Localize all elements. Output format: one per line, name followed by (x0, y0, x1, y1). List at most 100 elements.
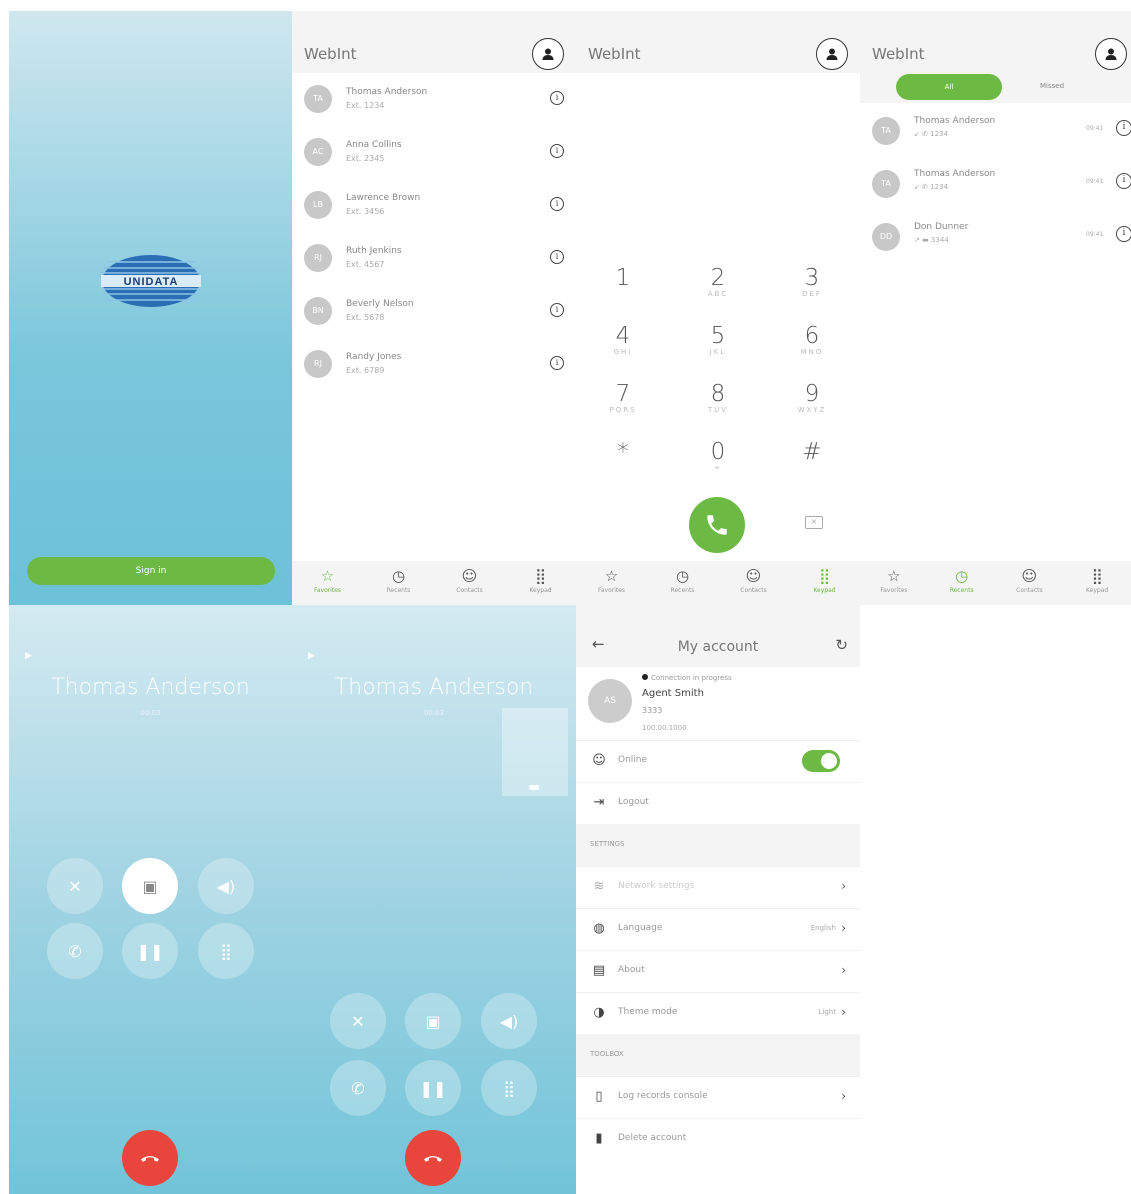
contact-avatar: LB (304, 191, 332, 219)
nav-contacts[interactable]: ☺ Contacts (996, 561, 1064, 605)
contact-icon: ☺ (461, 567, 478, 585)
contact-row[interactable]: LB Lawrence Brown Ext. 3456 i (292, 181, 576, 233)
row-label: Log records console (618, 1091, 708, 1101)
chevron-right-icon: › (841, 921, 846, 935)
key-9[interactable]: 9 WXYZ (782, 382, 842, 414)
info-icon[interactable]: i (550, 303, 564, 317)
bottom-nav: ☆ Favorites ◷ Recents ☺ Contacts ⣿ Keypad (860, 561, 1131, 605)
delete-account-row[interactable]: ▮ Delete account (576, 1118, 860, 1160)
video-button[interactable]: ▣ (122, 858, 178, 914)
video-off-icon: ▣ (142, 876, 158, 896)
clock-icon: ◷ (675, 567, 690, 585)
backspace-icon[interactable]: × (805, 516, 823, 529)
star-icon: ☆ (320, 567, 335, 585)
hold-button[interactable]: ❚❚ (122, 923, 178, 979)
nav-favorites[interactable]: ☆ Favorites (292, 561, 363, 605)
nav-recents[interactable]: ◷ Recents (928, 561, 996, 605)
hold-button[interactable]: ❚❚ (405, 1060, 461, 1116)
nav-recents[interactable]: ◷ Recents (363, 561, 434, 605)
key-3[interactable]: 3 DEF (782, 266, 842, 298)
speaker-button[interactable]: ◀) (481, 993, 537, 1049)
key-8[interactable]: 8 TUV (688, 382, 748, 414)
app-title: WebInt (588, 45, 641, 63)
account-button[interactable] (1095, 38, 1127, 70)
recents-tabs: All Missed (860, 73, 1131, 103)
tab-all[interactable]: All (896, 74, 1002, 100)
nav-favorites[interactable]: ☆ Favorites (860, 561, 928, 605)
dialpad-button[interactable]: ⣿ (481, 1060, 537, 1116)
keypad-icon: ⣿ (819, 567, 830, 585)
briefcase-icon: ▤ (592, 963, 606, 978)
key-7[interactable]: 7 PQRS (593, 382, 653, 414)
sign-in-button[interactable]: Sign in (27, 557, 275, 585)
key-digit: 6 (804, 323, 820, 349)
nav-contacts[interactable]: ☺ Contacts (718, 561, 789, 605)
recent-row[interactable]: TA Thomas Anderson ↙ ✆ 1234 09:41 i (860, 160, 1131, 214)
language-row[interactable]: ◍ Language English › (576, 908, 860, 950)
speaker-button[interactable]: ◀) (198, 858, 254, 914)
transfer-button[interactable]: ✆ (330, 1060, 386, 1116)
hangup-button[interactable] (122, 1130, 178, 1186)
recent-row[interactable]: TA Thomas Anderson ↙ ✆ 1234 09:41 i (860, 107, 1131, 161)
bottom-nav: ☆ Favorites ◷ Recents ☺ Contacts ⣿ Keypad (576, 561, 860, 605)
info-icon[interactable]: i (550, 144, 564, 158)
mute-button[interactable]: ✕ (47, 858, 103, 914)
video-button[interactable]: ▣ (405, 993, 461, 1049)
recent-row[interactable]: DD Don Dunner ↗ ▬ 3344 09:41 i (860, 213, 1131, 267)
refresh-icon[interactable]: ↻ (835, 636, 848, 654)
about-row[interactable]: ▤ About › (576, 950, 860, 992)
transfer-button[interactable]: ✆ (47, 923, 103, 979)
info-icon[interactable]: i (550, 250, 564, 264)
info-icon[interactable]: i (1116, 226, 1131, 242)
key-5[interactable]: 5 JKL (688, 324, 748, 356)
info-icon[interactable]: i (550, 356, 564, 370)
key-letters: GHI (613, 348, 633, 356)
key-1[interactable]: 1 (593, 266, 653, 290)
network-settings-row[interactable]: ≋ Network settings › (576, 866, 860, 908)
minimize-icon[interactable]: ▶ (308, 651, 315, 661)
info-icon[interactable]: i (1116, 120, 1131, 136)
mute-button[interactable]: ✕ (330, 993, 386, 1049)
agent-name: Agent Smith (642, 688, 704, 699)
contact-row[interactable]: RJ Randy Jones Ext. 6789 i (292, 340, 576, 392)
key-0[interactable]: 0 + (688, 440, 748, 472)
camera-switch-icon[interactable] (529, 785, 539, 790)
self-video-preview[interactable] (502, 708, 568, 796)
key-digit: # (802, 439, 822, 465)
key-6[interactable]: 6 MNO (782, 324, 842, 356)
key-hash[interactable]: # (782, 440, 842, 464)
key-4[interactable]: 4 GHI (593, 324, 653, 356)
dialpad-button[interactable]: ⣿ (198, 923, 254, 979)
key-2[interactable]: 2 ABC (688, 266, 748, 298)
row-label: Language (618, 923, 663, 933)
nav-label: Recents (670, 587, 695, 594)
nav-contacts[interactable]: ☺ Contacts (434, 561, 505, 605)
pause-icon: ❚❚ (136, 941, 164, 961)
tab-missed[interactable]: Missed (1040, 82, 1064, 90)
online-row[interactable]: ☺ Online (576, 740, 860, 782)
contact-row[interactable]: BN Beverly Nelson Ext. 5678 i (292, 287, 576, 339)
nav-keypad[interactable]: ⣿ Keypad (1063, 561, 1131, 605)
theme-row[interactable]: ◑ Theme mode Light › (576, 992, 860, 1034)
nav-favorites[interactable]: ☆ Favorites (576, 561, 647, 605)
info-icon[interactable]: i (550, 91, 564, 105)
nav-keypad[interactable]: ⣿ Keypad (505, 561, 576, 605)
contact-row[interactable]: RJ Ruth Jenkins Ext. 4567 i (292, 234, 576, 286)
account-button[interactable] (532, 38, 564, 70)
contact-row[interactable]: AC Anna Collins Ext. 2345 i (292, 128, 576, 180)
contact-row[interactable]: TA Thomas Anderson Ext. 1234 i (292, 75, 576, 127)
info-icon[interactable]: i (1116, 173, 1131, 189)
account-button[interactable] (816, 38, 848, 70)
nav-keypad[interactable]: ⣿ Keypad (789, 561, 860, 605)
key-digit: 2 (710, 265, 726, 291)
log-console-row[interactable]: ▯ Log records console › (576, 1076, 860, 1118)
info-icon[interactable]: i (550, 197, 564, 211)
logout-row[interactable]: ⇥ Logout (576, 782, 860, 824)
nav-label: Contacts (740, 587, 767, 594)
hangup-button[interactable] (405, 1130, 461, 1186)
online-toggle[interactable] (802, 750, 840, 772)
nav-recents[interactable]: ◷ Recents (647, 561, 718, 605)
call-button[interactable] (689, 497, 745, 553)
key-star[interactable]: * (593, 440, 653, 464)
minimize-icon[interactable]: ▶ (25, 651, 32, 661)
